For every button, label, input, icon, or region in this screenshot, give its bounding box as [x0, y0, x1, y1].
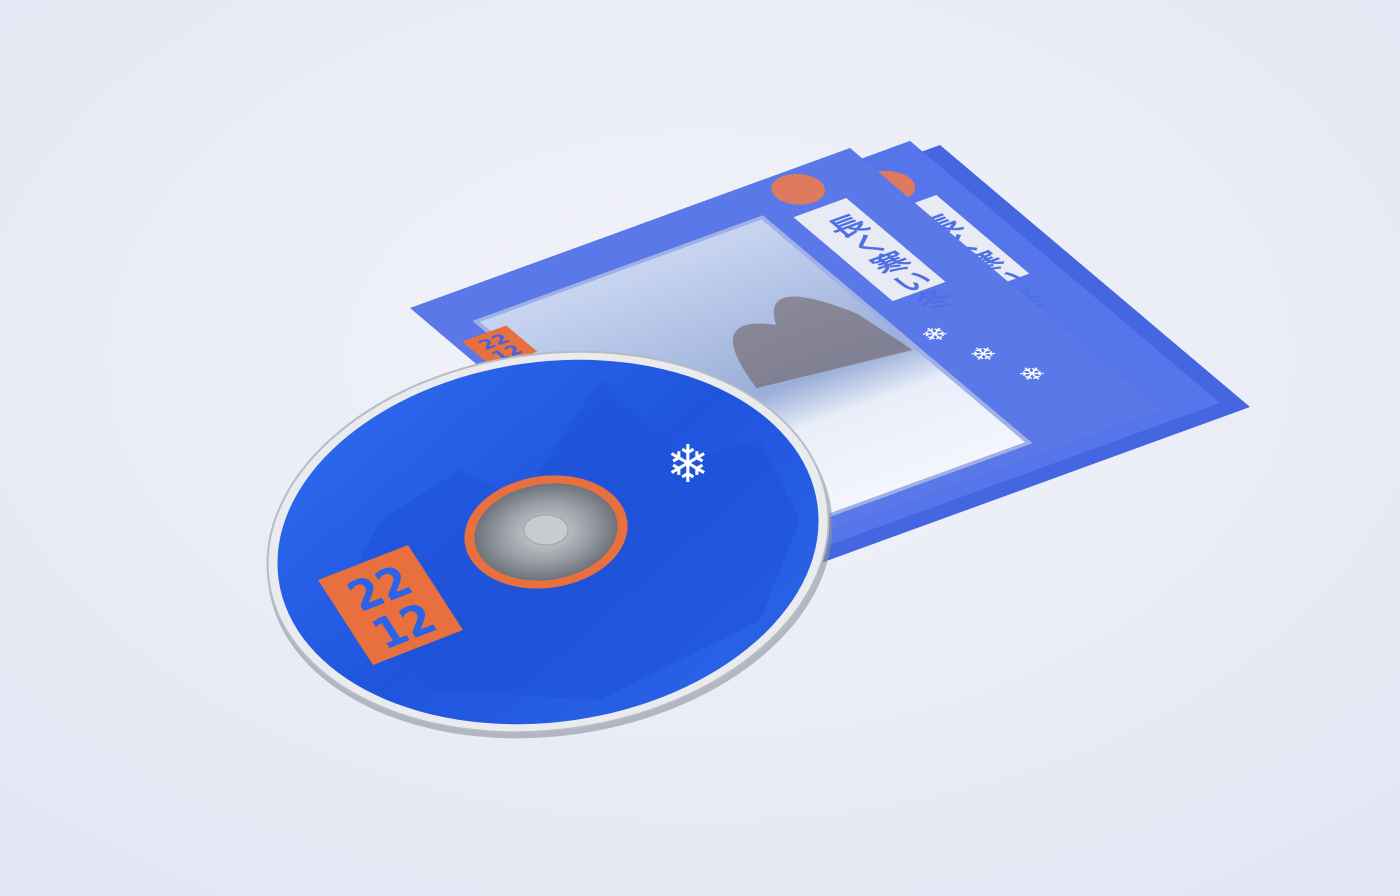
cd-mockup-scene: 長く寒い冬 ❄ 22 12 長く寒い冬 ❄ ❄ ❄ ❄ 22 12	[0, 0, 1400, 896]
snowflake-icon: ❄	[666, 435, 710, 495]
